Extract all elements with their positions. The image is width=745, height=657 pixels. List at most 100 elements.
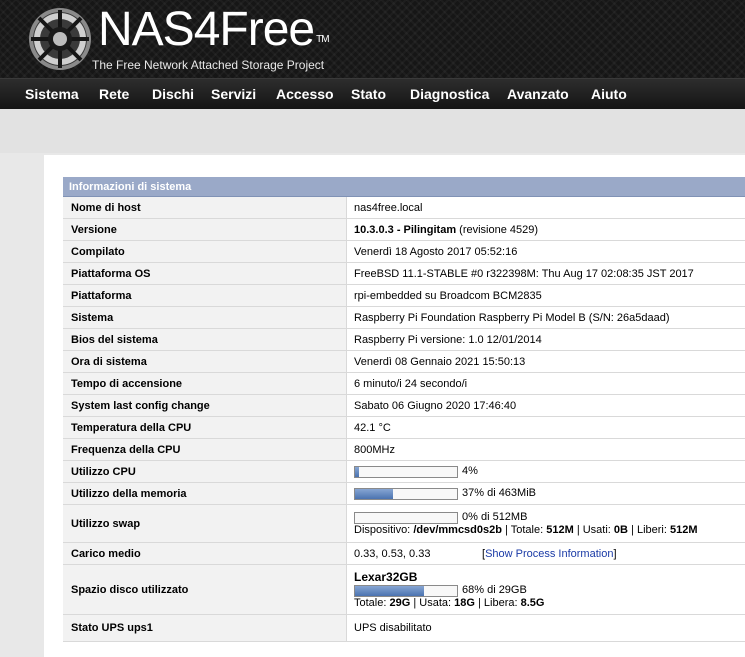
link-bracket: ] [613,547,617,560]
system-value: Raspberry Pi Foundation Raspberry Pi Mod… [346,306,745,329]
row-label: Versione [63,218,347,241]
swap-total: 512M [546,523,574,536]
system-info-table: Informazioni di sistema Nome di host nas… [63,177,745,642]
nav-sistema[interactable]: Sistema [25,79,79,110]
logo-wordmark: NAS4Free TM [98,3,330,56]
memory-usage-bar [354,487,458,500]
row-label: Utilizzo CPU [63,460,347,483]
swap-usage-value: 0% di 512MB Dispositivo: /dev/mmcsd0s2b … [346,504,745,543]
cpu-usage-text: 4% [462,465,478,478]
row-label: Sistema [63,306,347,329]
cpu-freq-value: 800MHz [346,438,745,461]
nav-stato[interactable]: Stato [351,79,386,110]
cpu-usage-bar [354,465,458,478]
row-label: Ora di sistema [63,350,347,373]
built-value: Venerdì 18 Agosto 2017 05:52:16 [346,240,745,263]
row-label: Carico medio [63,542,347,565]
table-header-row: Informazioni di sistema [63,177,745,197]
swap-total-label: | Totale: [505,523,544,536]
row-label: Bios del sistema [63,328,347,351]
swap-device-label: Dispositivo: [354,523,411,536]
ups-status-value: UPS disabilitato [346,614,745,642]
swap-device: /dev/mmcsd0s2b [413,523,502,536]
table-row: System last config change Sabato 06 Giug… [63,394,745,417]
table-row: Frequenza della CPU 800MHz [63,438,745,461]
row-label: Spazio disco utilizzato [63,564,347,615]
memory-usage-text: 37% di 463MiB [462,487,536,500]
row-label: Utilizzo della memoria [63,482,347,505]
version-revision: (revisione 4529) [459,223,539,236]
nav-avanzato[interactable]: Avanzato [507,79,569,110]
nav-aiuto[interactable]: Aiuto [591,79,627,110]
show-process-info-link[interactable]: Show Process Information [485,548,613,560]
row-label: Compilato [63,240,347,263]
swap-usage-text: 0% di 512MB [462,511,528,524]
system-time-value: Venerdì 08 Gennaio 2021 15:50:13 [346,350,745,373]
table-row: Ora di sistema Venerdì 08 Gennaio 2021 1… [63,350,745,373]
app-header: NAS4Free TM The Free Network Attached Sto… [0,0,745,78]
load-average-text: 0.33, 0.53, 0.33 [354,547,431,560]
nav-accesso[interactable]: Accesso [276,79,334,110]
disk-usage-bar-fill [355,585,425,596]
nav-servizi[interactable]: Servizi [211,79,256,110]
table-row: Compilato Venerdì 18 Agosto 2017 05:52:1… [63,240,745,263]
memory-usage-value: 37% di 463MiB [346,482,745,505]
table-row: Stato UPS ups1 UPS disabilitato [63,614,745,642]
memory-usage-bar-fill [355,488,393,499]
nav-dischi[interactable]: Dischi [152,79,194,110]
disk-usage-value: Lexar32GB 68% di 29GB Totale: 29G | Usat… [346,564,745,615]
disk-total: 29G [389,596,411,609]
disk-name: Lexar32GB [354,570,418,585]
row-label: Temperatura della CPU [63,416,347,439]
disk-used-label: | Usata: [413,596,452,609]
nav-rete[interactable]: Rete [99,79,129,110]
disk-total-label: Totale: [354,596,387,609]
disk-free: 8.5G [520,596,545,609]
table-row: Spazio disco utilizzato Lexar32GB 68% di… [63,564,745,615]
disk-details: Totale: 29G | Usata: 18G | Libera: 8.5G [354,597,745,609]
table-row: Piattaforma rpi-embedded su Broadcom BCM… [63,284,745,307]
bios-value: Raspberry Pi versione: 1.0 12/01/2014 [346,328,745,351]
main-nav: Sistema Rete Dischi Servizi Accesso Stat… [0,78,745,110]
table-row: Utilizzo della memoria 37% di 463MiB [63,482,745,505]
logo-tagline: The Free Network Attached Storage Projec… [92,58,325,72]
row-label: Frequenza della CPU [63,438,347,461]
load-average-value: 0.33, 0.53, 0.33 [Show Process Informatio… [346,542,745,565]
cpu-usage-bar-fill [355,466,360,477]
table-row: Nome di host nas4free.local [63,196,745,219]
row-label: Stato UPS ups1 [63,614,347,642]
version-number: 10.3.0.3 - Pilingitam [354,223,457,236]
table-row: Bios del sistema Raspberry Pi versione: … [63,328,745,351]
config-change-value: Sabato 06 Giugno 2020 17:46:40 [346,394,745,417]
table-row: Carico medio 0.33, 0.53, 0.33 [Show Proce… [63,542,745,565]
row-label: Nome di host [63,196,347,219]
nav-diagnostica[interactable]: Diagnostica [410,79,489,110]
swap-details: Dispositivo: /dev/mmcsd0s2b | Totale: 51… [354,524,745,536]
swap-free-label: | Liberi: [631,523,667,536]
hostname-value: nas4free.local [346,196,745,219]
row-label: Piattaforma OS [63,262,347,285]
disk-free-label: | Libera: [477,596,518,609]
swap-free: 512M [669,523,698,536]
row-label: Piattaforma [63,284,347,307]
cpu-temp-value: 42.1 °C [346,416,745,439]
os-value: FreeBSD 11.1-STABLE #0 r322398M: Thu Aug… [346,262,745,285]
table-row: Temperatura della CPU 42.1 °C [63,416,745,439]
swap-used-label: | Usati: [576,523,611,536]
version-value: 10.3.0.3 - Pilingitam (revisione 4529) [346,218,745,241]
table-title: Informazioni di sistema [63,177,745,197]
table-row: Utilizzo CPU 4% [63,460,745,483]
platform-value: rpi-embedded su Broadcom BCM2835 [346,284,745,307]
swap-usage-bar [354,511,458,524]
nas4free-logo-icon[interactable] [24,6,98,72]
table-row: Piattaforma OS FreeBSD 11.1-STABLE #0 r3… [63,262,745,285]
table-row: Utilizzo swap 0% di 512MB Dispositivo: /… [63,504,745,543]
disk-usage-text: 68% di 29GB [462,584,527,597]
row-label: Utilizzo swap [63,504,347,543]
table-row: Versione 10.3.0.3 - Pilingitam (revision… [63,218,745,241]
table-row: Tempo di accensione 6 minuto/i 24 second… [63,372,745,395]
uptime-value: 6 minuto/i 24 secondo/i [346,372,745,395]
disk-usage-bar [354,584,458,597]
sub-toolbar [0,109,745,153]
disk-used: 18G [454,596,475,609]
